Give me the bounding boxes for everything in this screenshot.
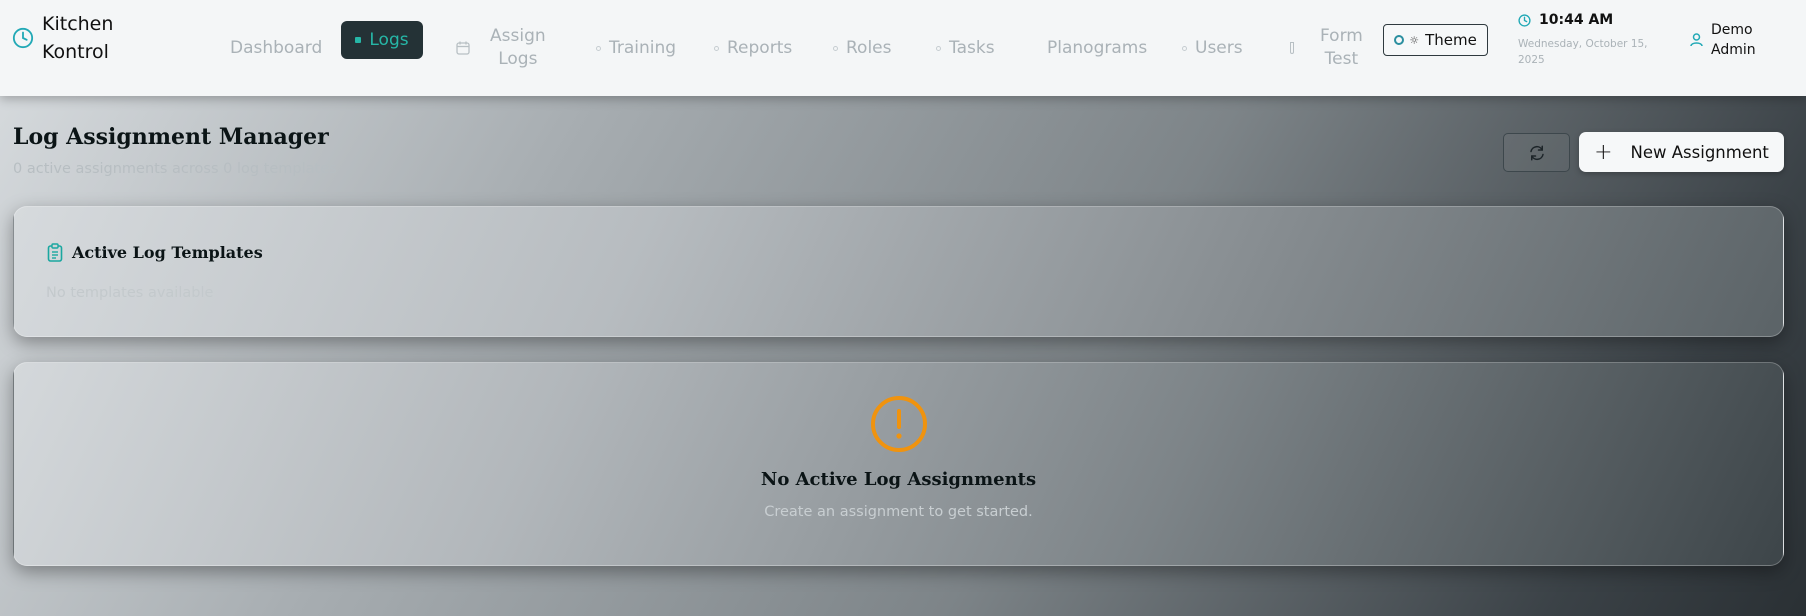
nav-roles[interactable]: Roles [833, 0, 892, 96]
empty-subtitle: Create an assignment to get started. [764, 504, 1033, 520]
new-assignment-label: New Assignment [1630, 142, 1769, 162]
nav-logs[interactable]: Logs [341, 21, 423, 59]
nav-label: Logs [369, 30, 409, 50]
top-navbar: Kitchen Kontrol Dashboard Logs Assign Lo… [0, 0, 1806, 96]
theme-button[interactable]: ☼ Theme [1383, 24, 1488, 56]
nav-tasks[interactable]: Tasks [936, 0, 995, 96]
dot-icon [1182, 45, 1187, 51]
nav-form-test[interactable]: Form Test [1290, 0, 1363, 96]
test-tube-icon [1290, 42, 1294, 54]
user-icon [1690, 33, 1703, 47]
nav-reports[interactable]: Reports [714, 0, 792, 96]
dot-icon [936, 45, 941, 51]
user-name-line1: Demo [1711, 22, 1753, 38]
refresh-button[interactable] [1503, 133, 1570, 172]
nav-label: Reports [727, 38, 793, 58]
card-title: Active Log Templates [47, 243, 263, 262]
nav-label: Roles [846, 38, 892, 58]
alert-circle-icon [870, 396, 927, 452]
templates-empty-text: No templates available [46, 285, 214, 301]
user-menu[interactable]: Demo Admin [1690, 20, 1756, 60]
theme-label: Theme [1425, 31, 1477, 49]
user-name-line2: Admin [1711, 42, 1756, 58]
assignments-card: No Active Log Assignments Create an assi… [13, 362, 1784, 566]
clock-time: 10:44 AM [1518, 12, 1658, 28]
nav-planograms[interactable]: Planograms [1047, 0, 1147, 96]
page-subtitle: 0 active assignments across 0 log templa… [13, 161, 337, 177]
dot-icon [714, 45, 719, 51]
nav-training[interactable]: Training [596, 0, 676, 96]
palette-icon [1394, 35, 1405, 45]
nav-label: Dashboard [230, 38, 323, 58]
dot-icon [833, 45, 838, 51]
time-text: 10:44 AM [1539, 12, 1614, 28]
nav-label: Assign Logs [490, 26, 546, 69]
active-templates-card: Active Log Templates No templates availa… [13, 206, 1784, 337]
calendar-icon [456, 41, 470, 55]
new-assignment-button[interactable]: + New Assignment [1579, 132, 1784, 172]
nav-label: Training [609, 38, 677, 58]
empty-title: No Active Log Assignments [760, 469, 1037, 490]
templates-title: Active Log Templates [72, 243, 263, 262]
nav-assign-logs[interactable]: Assign Logs [456, 0, 546, 96]
nav-label: Tasks [949, 38, 995, 58]
plus-icon: + [1594, 139, 1613, 165]
clipboard-icon [47, 243, 63, 262]
clock-icon [1518, 13, 1531, 27]
dot-icon [596, 45, 601, 51]
nav-label: Users [1195, 38, 1243, 58]
clock-widget: 10:44 AM Wednesday, October 15, 2025 [1518, 12, 1658, 68]
user-name: Demo Admin [1711, 20, 1756, 60]
nav-dashboard[interactable]: Dashboard [230, 0, 322, 96]
page-title: Log Assignment Manager [13, 124, 329, 150]
nav-label: Form Test [1320, 26, 1363, 69]
sun-icon: ☼ [1409, 33, 1420, 47]
nav-users[interactable]: Users [1182, 0, 1243, 96]
nav-label: Planograms [1047, 38, 1148, 58]
refresh-icon [1529, 145, 1544, 160]
empty-state: No Active Log Assignments Create an assi… [14, 395, 1783, 520]
list-icon [355, 37, 362, 43]
date-text: Wednesday, October 15, 2025 [1518, 38, 1648, 66]
